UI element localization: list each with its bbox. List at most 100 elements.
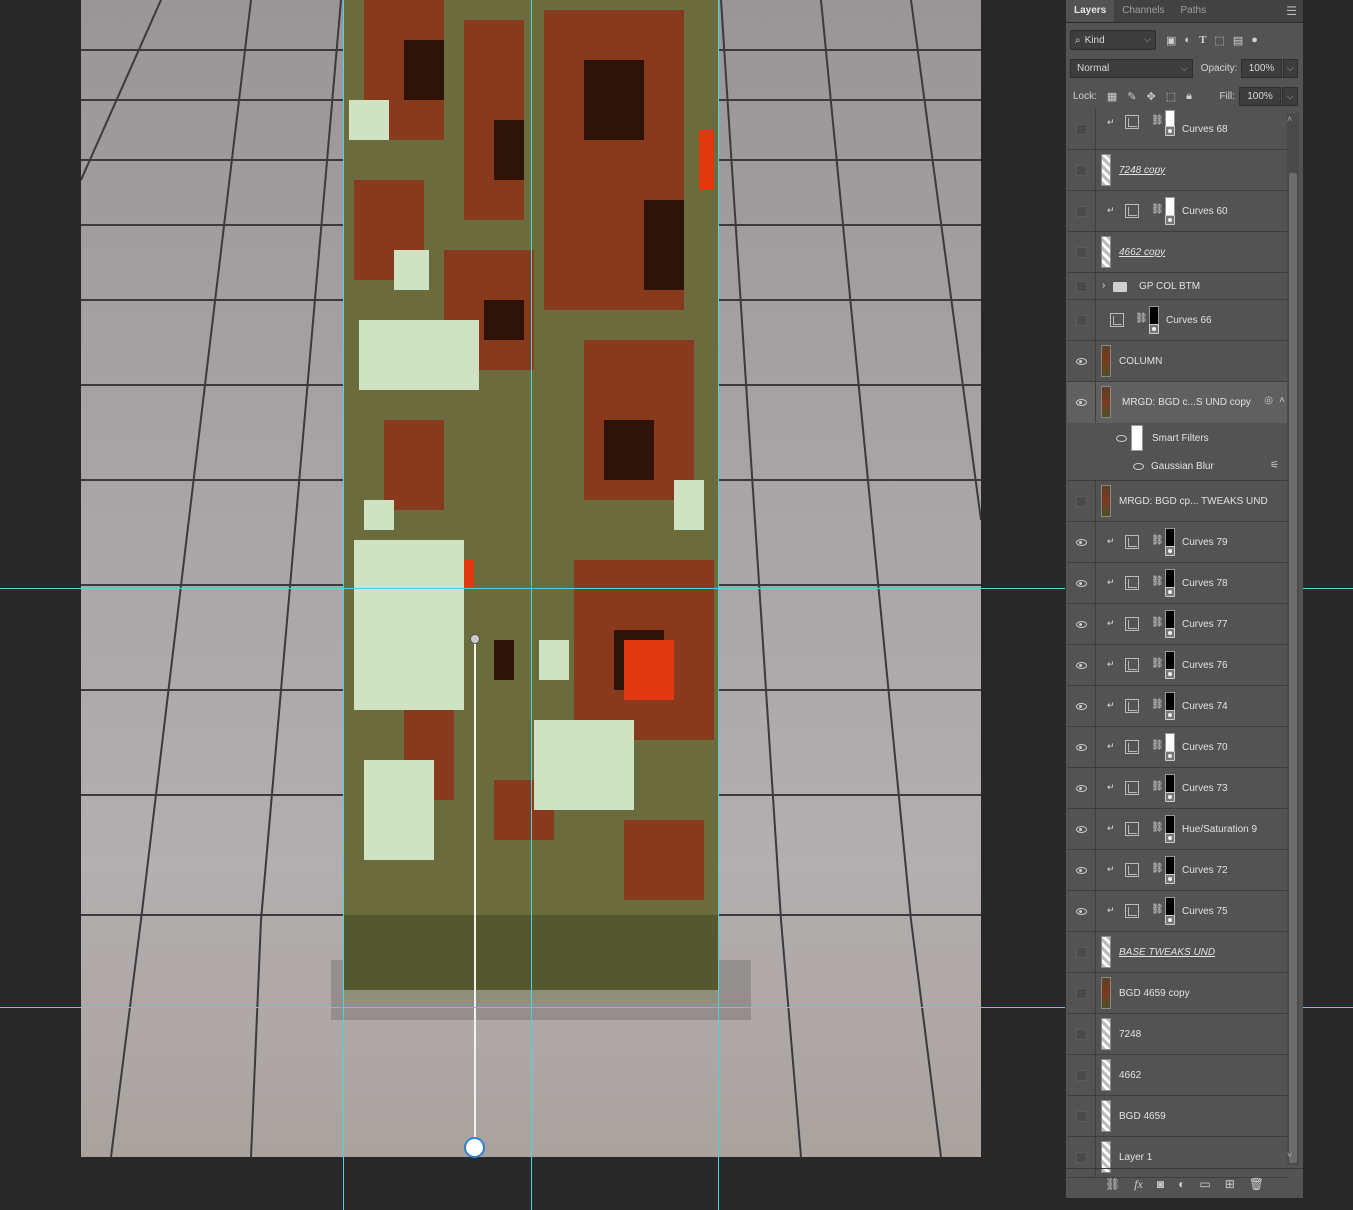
- visibility-toggle[interactable]: [1067, 973, 1096, 1013]
- visibility-toggle[interactable]: [1067, 645, 1096, 685]
- layer-row[interactable]: BGD 4659 copy: [1067, 973, 1287, 1014]
- gradient-start-handle[interactable]: [470, 634, 480, 644]
- kind-filter-select[interactable]: ⌕ Kind ⌵: [1070, 30, 1156, 50]
- curves-icon: [1125, 699, 1139, 713]
- canvas-area[interactable]: [0, 0, 1065, 1210]
- filter-options-icon[interactable]: ⚟: [1270, 460, 1279, 471]
- scroll-down-icon[interactable]: ˅: [1287, 1150, 1292, 1160]
- mask-icon[interactable]: ◙: [1157, 1177, 1164, 1191]
- visibility-toggle[interactable]: [1067, 850, 1096, 890]
- tab-channels[interactable]: Channels: [1114, 5, 1172, 22]
- filter-row[interactable]: Gaussian Blur ⚟: [1067, 453, 1287, 481]
- mask-dot-icon: [1165, 587, 1175, 597]
- visibility-toggle[interactable]: [1067, 1014, 1096, 1054]
- lock-all-icon[interactable]: 🔒︎: [1186, 90, 1192, 103]
- smart-filters-row[interactable]: Smart Filters: [1067, 423, 1287, 453]
- tab-layers[interactable]: Layers: [1066, 0, 1115, 22]
- panel-menu-icon[interactable]: ☰: [1286, 4, 1297, 18]
- smart-object-filter-icon[interactable]: ▤: [1233, 34, 1243, 47]
- layer-row[interactable]: ⛓︎ Curves 66: [1067, 300, 1287, 341]
- layer-row[interactable]: ↵ ⛓︎ Curves 78: [1067, 563, 1287, 604]
- layer-row[interactable]: ↵ ⛓︎ Curves 70: [1067, 727, 1287, 768]
- visibility-toggle[interactable]: [1067, 341, 1096, 381]
- vertical-guide[interactable]: [343, 0, 344, 1210]
- visibility-toggle[interactable]: [1067, 1096, 1096, 1136]
- layer-row[interactable]: ↵ ⛓︎ Curves 75: [1067, 891, 1287, 932]
- layer-row[interactable]: ↵ ⛓︎ Curves 68: [1067, 109, 1287, 150]
- fx-icon[interactable]: fx: [1134, 1177, 1143, 1192]
- opacity-input[interactable]: 100%: [1241, 58, 1282, 78]
- vertical-guide[interactable]: [718, 0, 719, 1210]
- visibility-toggle[interactable]: [1067, 563, 1096, 603]
- visibility-toggle[interactable]: [1067, 109, 1096, 149]
- visibility-toggle[interactable]: [1067, 481, 1096, 521]
- layer-row[interactable]: ↵ ⛓︎ Curves 60: [1067, 191, 1287, 232]
- scrollbar-thumb[interactable]: [1289, 173, 1297, 1163]
- scroll-up-icon[interactable]: ˄: [1287, 114, 1292, 124]
- smart-filter-mask-thumbnail[interactable]: [1131, 425, 1143, 451]
- adjustment-filter-icon[interactable]: ◐: [1184, 34, 1191, 47]
- blend-mode-select[interactable]: Normal ⌵: [1070, 58, 1193, 78]
- layer-row[interactable]: ↵ ⛓︎ Curves 77: [1067, 604, 1287, 645]
- layer-row[interactable]: ↵ ⛓︎ Curves 73: [1067, 768, 1287, 809]
- eye-icon[interactable]: [1116, 435, 1127, 442]
- fill-input[interactable]: 100%: [1239, 86, 1281, 106]
- lock-transparency-icon[interactable]: ▦: [1107, 90, 1117, 103]
- layers-scrollbar[interactable]: [1287, 113, 1299, 1165]
- chevron-up-icon[interactable]: ˄: [1279, 395, 1285, 406]
- visibility-toggle[interactable]: [1067, 891, 1096, 931]
- layer-row[interactable]: 7248: [1067, 1014, 1287, 1055]
- lock-artboard-icon[interactable]: ⬚: [1166, 90, 1176, 103]
- visibility-toggle[interactable]: [1067, 300, 1096, 340]
- visibility-toggle[interactable]: [1067, 522, 1096, 562]
- visibility-toggle[interactable]: [1067, 604, 1096, 644]
- chevron-down-icon[interactable]: ⌵: [1282, 58, 1298, 78]
- type-filter-icon[interactable]: T: [1199, 34, 1206, 47]
- filter-toggle-icon[interactable]: ●: [1251, 34, 1258, 47]
- layer-row[interactable]: BGD 4659: [1067, 1096, 1287, 1137]
- layer-row[interactable]: COLUMN: [1067, 341, 1287, 382]
- layer-row[interactable]: ↵ ⛓︎ Curves 74: [1067, 686, 1287, 727]
- layer-row[interactable]: ↵ ⛓︎ Curves 76: [1067, 645, 1287, 686]
- visibility-toggle[interactable]: [1067, 1055, 1096, 1095]
- image-filter-icon[interactable]: ▣: [1166, 34, 1176, 47]
- visibility-toggle[interactable]: [1067, 809, 1096, 849]
- layer-row[interactable]: ↵ ⛓︎ Hue/Saturation 9: [1067, 809, 1287, 850]
- layer-name: MRGD: BGD c...S UND copy: [1122, 397, 1251, 408]
- layer-row[interactable]: 4662 copy: [1067, 232, 1287, 273]
- visibility-toggle[interactable]: [1067, 191, 1096, 231]
- visibility-toggle[interactable]: [1067, 273, 1096, 299]
- layer-row-selected[interactable]: MRGD: BGD c...S UND copy ◎ ˄: [1067, 382, 1287, 423]
- layer-row[interactable]: MRGD: BGD cp... TWEAKS UND: [1067, 481, 1287, 522]
- opacity-label: Opacity:: [1200, 62, 1238, 74]
- visibility-toggle[interactable]: [1067, 686, 1096, 726]
- chevron-down-icon[interactable]: ⌵: [1282, 86, 1298, 106]
- layer-row[interactable]: ↵ ⛓︎ Curves 72: [1067, 850, 1287, 891]
- lock-brush-icon[interactable]: ✎: [1127, 90, 1136, 103]
- visibility-toggle[interactable]: [1067, 382, 1096, 423]
- vertical-guide[interactable]: [531, 0, 532, 1210]
- hue-saturation-icon: [1125, 822, 1139, 836]
- trash-icon[interactable]: 🗑︎: [1249, 1177, 1264, 1191]
- adjustment-icon[interactable]: ◐: [1178, 1177, 1185, 1191]
- layer-row[interactable]: ↵ ⛓︎ Curves 79: [1067, 522, 1287, 563]
- visibility-toggle[interactable]: [1067, 150, 1096, 190]
- folder-icon[interactable]: ▭: [1199, 1177, 1210, 1191]
- group-row[interactable]: › GP COL BTM: [1067, 273, 1287, 300]
- visibility-toggle[interactable]: [1067, 727, 1096, 767]
- layer-row[interactable]: 4662: [1067, 1055, 1287, 1096]
- new-layer-icon[interactable]: ⊞: [1225, 1177, 1235, 1191]
- shape-filter-icon[interactable]: ⬚: [1214, 34, 1224, 47]
- eye-icon: [1075, 579, 1087, 587]
- lock-move-icon[interactable]: ✥: [1147, 90, 1156, 103]
- visibility-toggle[interactable]: [1067, 932, 1096, 972]
- chevron-right-icon[interactable]: ›: [1102, 280, 1105, 291]
- layer-row[interactable]: 7248 copy: [1067, 150, 1287, 191]
- layer-row[interactable]: BASE TWEAKS UND: [1067, 932, 1287, 973]
- gradient-end-handle[interactable]: [464, 1137, 485, 1158]
- tab-paths[interactable]: Paths: [1173, 5, 1215, 22]
- visibility-toggle[interactable]: [1067, 768, 1096, 808]
- link-icon[interactable]: ⛓︎: [1105, 1177, 1120, 1191]
- eye-icon[interactable]: [1133, 463, 1144, 470]
- visibility-toggle[interactable]: [1067, 232, 1096, 272]
